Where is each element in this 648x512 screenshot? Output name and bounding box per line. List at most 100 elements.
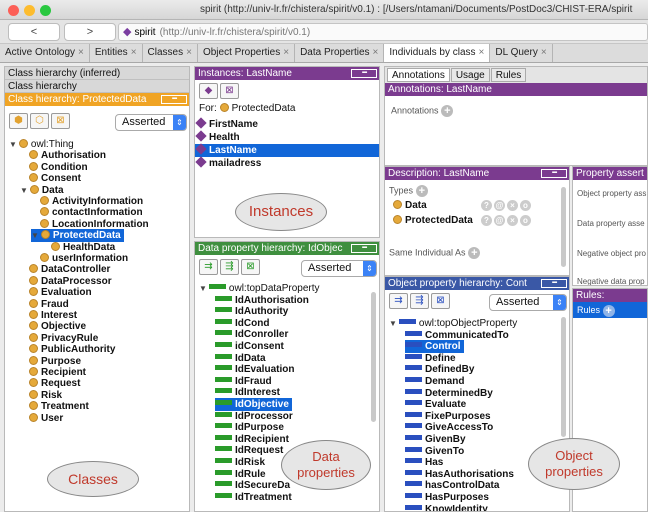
tab-usage[interactable]: Usage (450, 68, 490, 82)
description-scrollbar[interactable] (561, 187, 566, 267)
data-property-item-label: idConsent (235, 341, 284, 352)
delete-icon[interactable]: × (507, 200, 518, 211)
class-hierarchy-tab[interactable]: Class hierarchy (5, 80, 189, 93)
close-window-button[interactable] (8, 5, 19, 16)
data-property-scrollbar[interactable] (371, 292, 376, 422)
data-property-icon (215, 353, 232, 359)
add-subclass-icon[interactable]: ⬢ (9, 113, 28, 129)
add-same-individual-icon[interactable]: + (468, 247, 481, 259)
tab-close-icon[interactable]: × (479, 47, 485, 58)
delete-class-icon[interactable]: ⊠ (51, 113, 70, 129)
class-item-label: owl:Thing (30, 139, 74, 150)
add-type-icon[interactable]: + (415, 185, 428, 197)
expand-triangle-icon[interactable]: ▼ (31, 231, 39, 240)
ontology-iri: (http://univ-lr.fr/chistera/spirit/v0.1) (159, 27, 311, 38)
expand-triangle-icon[interactable]: ▼ (389, 319, 397, 328)
zoom-window-button[interactable] (40, 5, 51, 16)
tab-close-icon[interactable]: × (541, 47, 547, 58)
object-property-assertions-label: Object property ass (577, 189, 647, 198)
data-property-icon (208, 284, 226, 289)
tab-entities[interactable]: Entities × (90, 44, 143, 62)
back-button[interactable]: < (8, 23, 60, 41)
class-item-label: DataProcessor (41, 275, 112, 287)
annotate-icon[interactable]: @ (494, 215, 505, 226)
class-item[interactable]: User (29, 412, 63, 425)
delete-property-icon[interactable]: ⊠ (431, 293, 450, 309)
forward-button[interactable]: > (64, 23, 116, 41)
delete-individual-icon[interactable]: ⊠ (220, 83, 239, 99)
select-arrow-icon: ⇕ (553, 295, 566, 310)
object-property-icon (405, 481, 422, 487)
class-icon (29, 150, 38, 160)
tab-dl-query[interactable]: DL Query × (490, 44, 553, 62)
add-annotation-icon[interactable]: + (441, 105, 454, 117)
type-item[interactable]: Data ? @ × o (393, 200, 531, 211)
expand-triangle-icon[interactable]: ▼ (199, 284, 207, 293)
view-options-icon[interactable]: ▪▪▪▪ (541, 279, 567, 288)
help-icon[interactable]: ? (481, 215, 492, 226)
tab-active-ontology[interactable]: Active Ontology × (0, 44, 90, 62)
minimize-window-button[interactable] (24, 5, 35, 16)
data-property-item[interactable]: IdTreatment (215, 491, 292, 504)
add-sibling-class-icon[interactable]: ⬡ (30, 113, 49, 129)
type-item[interactable]: ProtectedData ? @ × o (393, 215, 531, 226)
delete-property-icon[interactable]: ⊠ (241, 259, 260, 275)
delete-icon[interactable]: × (507, 215, 518, 226)
tab-close-icon[interactable]: × (78, 47, 84, 58)
object-property-mode-select[interactable]: Asserted ⇕ (489, 294, 567, 311)
tab-data-properties[interactable]: Data Properties × (295, 44, 385, 62)
data-property-icon (215, 481, 232, 487)
add-sub-property-icon[interactable]: ⇉ (389, 293, 408, 309)
class-icon (29, 173, 38, 183)
data-property-mode-select[interactable]: Asserted ⇕ (301, 260, 377, 277)
individual-item[interactable]: Health (195, 130, 240, 144)
object-property-icon (405, 353, 422, 359)
class-icon (29, 264, 38, 274)
rules-row[interactable]: Rules + (573, 302, 647, 318)
tab-annotations[interactable]: Annotations (387, 68, 450, 82)
add-sub-property-icon[interactable]: ⇉ (199, 259, 218, 275)
class-icon (40, 253, 49, 262)
object-property-icon (405, 388, 422, 394)
view-options-icon[interactable]: ▪▪▪▪ (161, 95, 187, 104)
individual-item[interactable]: FirstName (195, 117, 258, 131)
object-property-item[interactable]: KnowIdentity (405, 503, 488, 511)
individual-item-label: FirstName (209, 119, 258, 130)
class-icon (29, 401, 38, 411)
tab-object-properties[interactable]: Object Properties × (198, 44, 296, 62)
object-property-item-label: owl:topObjectProperty (418, 318, 518, 329)
tab-close-icon[interactable]: × (373, 47, 379, 58)
ontology-iri-bar[interactable]: ◆ spirit (http://univ-lr.fr/chistera/spiri… (118, 23, 648, 41)
class-hierarchy-mode-select[interactable]: Asserted ⇕ (115, 114, 187, 131)
data-property-title: Data property hierarchy: IdObjec (198, 243, 343, 254)
tab-classes[interactable]: Classes × (143, 44, 198, 62)
edit-icon[interactable]: o (520, 215, 531, 226)
individual-item[interactable]: LastName (195, 143, 379, 157)
type-actions: ? @ × o (479, 215, 531, 226)
expand-triangle-icon[interactable]: ▼ (9, 140, 17, 149)
edit-icon[interactable]: o (520, 200, 531, 211)
view-options-icon[interactable]: ▪▪▪▪ (541, 169, 567, 178)
annotate-icon[interactable]: @ (494, 200, 505, 211)
tab-close-icon[interactable]: × (283, 47, 289, 58)
expand-triangle-icon[interactable]: ▼ (20, 186, 28, 195)
add-sibling-property-icon[interactable]: ⇶ (410, 293, 429, 309)
tab-individuals-by-class[interactable]: Individuals by class × (384, 44, 491, 62)
class-icon (393, 200, 402, 209)
class-icon (29, 161, 38, 171)
individual-item[interactable]: mailadress (195, 156, 261, 170)
object-property-scrollbar[interactable] (561, 317, 566, 437)
help-icon[interactable]: ? (481, 200, 492, 211)
add-sibling-property-icon[interactable]: ⇶ (220, 259, 239, 275)
property-assertions-title: Property assert (576, 168, 644, 179)
tab-close-icon[interactable]: × (186, 47, 192, 58)
class-hierarchy-inferred-tab[interactable]: Class hierarchy (inferred) (5, 67, 189, 80)
data-property-item-label: IdPurpose (235, 422, 284, 434)
add-rule-icon[interactable]: + (602, 304, 615, 317)
add-individual-icon[interactable]: ◆ (199, 83, 218, 99)
tab-rules[interactable]: Rules (490, 68, 527, 82)
tab-close-icon[interactable]: × (131, 47, 137, 58)
view-options-icon[interactable]: ▪▪▪▪ (351, 69, 377, 78)
view-options-icon[interactable]: ▪▪▪▪ (351, 244, 377, 253)
object-properties-callout: Object properties (528, 438, 620, 490)
